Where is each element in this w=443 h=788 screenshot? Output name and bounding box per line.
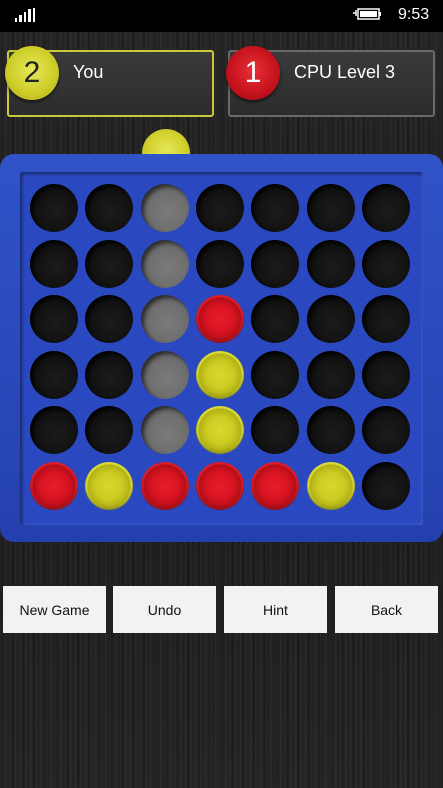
board-slot-empty[interactable] [361,184,410,232]
player-cpu-name: CPU Level 3 [294,62,396,82]
board-slot-yellow-disc[interactable] [306,461,355,510]
board-slot-empty[interactable] [85,350,134,399]
new-game-button[interactable]: New Game [3,586,106,633]
board-slot-empty[interactable] [361,461,410,510]
board-slot-empty[interactable] [195,184,244,232]
battery-charging-icon [353,8,381,20]
board-slot-empty[interactable] [251,350,300,399]
board-slot-yellow-disc[interactable] [195,406,244,454]
board-slot-empty[interactable] [306,184,355,232]
board-slot-empty[interactable] [306,295,355,343]
board-slot-empty[interactable] [361,239,410,288]
board-slot-empty[interactable] [251,239,300,288]
board-slot-empty[interactable] [361,406,410,454]
board-slot-empty[interactable] [306,239,355,288]
board-slot-empty[interactable] [251,295,300,343]
player-you-score: 2 [23,56,41,89]
board-slot-red-disc[interactable] [195,295,244,343]
player-you-name: You [73,62,104,82]
board-slot-red-disc[interactable] [251,461,300,510]
board-slot-empty[interactable] [140,406,189,454]
board-slot-empty[interactable] [140,295,189,343]
board-slot-yellow-disc[interactable] [85,461,134,510]
board-slot-empty[interactable] [30,184,78,232]
player-cpu-score: 1 [244,56,262,89]
board-slot-empty[interactable] [85,406,134,454]
pending-yellow-disc[interactable] [142,129,190,155]
undo-button[interactable]: Undo [113,586,216,633]
board-slot-red-disc[interactable] [195,461,244,510]
board-slot-empty[interactable] [140,239,189,288]
board-slot-empty[interactable] [251,184,300,232]
board-slot-empty[interactable] [251,406,300,454]
player-cpu-score-badge: 1 [226,46,280,100]
hint-button[interactable]: Hint [224,586,327,633]
board-slot-empty[interactable] [85,239,134,288]
board-slot-empty[interactable] [30,295,78,343]
board-slot-empty[interactable] [306,406,355,454]
board-slot-empty[interactable] [195,239,244,288]
back-button[interactable]: Back [335,586,438,633]
board-slot-red-disc[interactable] [140,461,189,510]
board-slot-empty[interactable] [361,295,410,343]
player-you-score-badge: 2 [5,46,59,100]
board-slot-empty[interactable] [361,350,410,399]
board-slot-empty[interactable] [306,350,355,399]
board-slot-empty[interactable] [85,184,134,232]
game-board [0,154,443,542]
board-slot-empty[interactable] [140,184,189,232]
board-slot-yellow-disc[interactable] [195,350,244,399]
board-slot-empty[interactable] [30,350,78,399]
player-cpu-panel: 1 CPU Level 3 [226,46,435,117]
board-slot-empty[interactable] [30,406,78,454]
signal-strength-icon [15,8,36,22]
board-grid[interactable] [20,172,423,525]
board-slot-empty[interactable] [85,295,134,343]
board-slot-red-disc[interactable] [30,461,78,510]
status-bar: 9:53 [0,0,443,32]
player-you-panel: 2 You [5,46,214,117]
board-slot-empty[interactable] [140,350,189,399]
board-slot-empty[interactable] [30,239,78,288]
clock-time: 9:53 [398,6,430,23]
